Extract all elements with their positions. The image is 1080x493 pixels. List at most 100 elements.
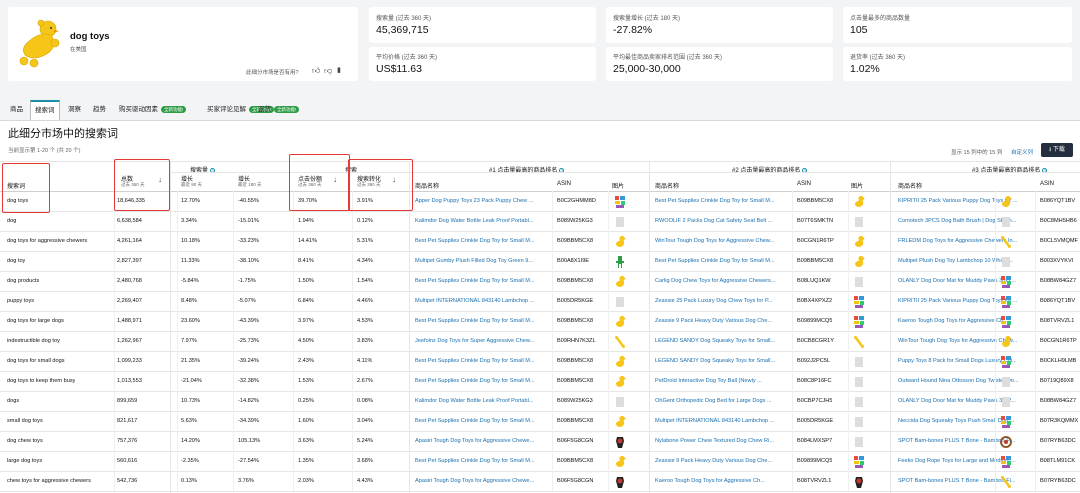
col-header-p3-name[interactable]: 商品名称 [898, 181, 922, 190]
col-header-p3-asin[interactable]: ASIN [1040, 181, 1054, 187]
product-thumbnail-image[interactable] [1000, 415, 1012, 431]
product-thumbnail-image[interactable] [1000, 335, 1012, 351]
product-3-name-link[interactable]: Multipet Plush Dog Toy Lambchop 10 White… [898, 258, 1033, 265]
product-thumbnail-image[interactable] [614, 395, 626, 411]
tab-trends[interactable]: 趋势 [93, 100, 106, 120]
product-thumbnail-image[interactable] [853, 415, 865, 431]
product-2-name-link[interactable]: Carlig Dog Chew Toys for Aggressive Chew… [655, 278, 790, 285]
product-2-name-link[interactable]: LEGEND SANDY Dog Squeaky Toys for Small.… [655, 358, 790, 365]
product-1-name-link[interactable]: Best Pet Supplies Crinkle Dog Toy for Sm… [415, 278, 550, 285]
tab-products[interactable]: 商品 [10, 100, 23, 120]
product-thumbnail-image[interactable] [1000, 475, 1012, 491]
product-2-name-link[interactable]: LEGEND SANDY Dog Squeaky Toys for Small.… [655, 338, 790, 345]
product-2-name-link[interactable]: RWOOLIF 2 Packs Dog Cat Safety Seat Belt… [655, 218, 790, 225]
tab-insights[interactable]: 洞察 [68, 100, 81, 120]
tab-returns[interactable]: 退货 全新功能! [258, 100, 300, 120]
product-thumbnail-image[interactable] [853, 355, 865, 371]
product-3-name-link[interactable]: FRLEDM Dog Toys for Aggressive Chewers I… [898, 238, 1033, 245]
product-thumbnail-image[interactable] [614, 475, 626, 491]
product-3-name-link[interactable]: KIPRITII 25 Pack Various Puppy Dog Toys … [898, 298, 1033, 305]
product-thumbnail-image[interactable] [614, 215, 626, 231]
product-thumbnail-image[interactable] [1000, 235, 1012, 251]
product-thumbnail-image[interactable] [1000, 355, 1012, 371]
product-1-name-link[interactable]: Multipet Gumby Plush Filled Dog Toy Gree… [415, 258, 550, 265]
product-thumbnail-image[interactable] [1000, 435, 1012, 451]
product-thumbnail-image[interactable] [853, 215, 865, 231]
customize-columns-link[interactable]: 自定义列 [1011, 148, 1033, 156]
product-thumbnail-image[interactable] [853, 195, 865, 211]
col-header-p1-name[interactable]: 商品名称 [415, 181, 439, 190]
product-thumbnail-image[interactable] [614, 375, 626, 391]
product-2-name-link[interactable]: PetDroid Interactive Dog Toy Ball (Newly… [655, 378, 790, 385]
product-thumbnail-image[interactable] [853, 335, 865, 351]
product-thumbnail-image[interactable] [1000, 295, 1012, 311]
product-thumbnail-image[interactable] [614, 435, 626, 451]
col-header-p2-asin[interactable]: ASIN [797, 181, 811, 187]
product-1-name-link[interactable]: Kalimdor Dog Water Bottle Leak Proof Por… [415, 398, 550, 405]
col-header-p1-asin[interactable]: ASIN [557, 181, 571, 187]
product-thumbnail-image[interactable] [1000, 195, 1012, 211]
product-thumbnail-image[interactable] [1000, 375, 1012, 391]
thumbs-down-icon[interactable]: 👎︎ [324, 66, 332, 76]
tab-purchase-drivers[interactable]: 购买驱动因素 全新功能! [119, 100, 187, 120]
product-thumbnail-image[interactable] [853, 255, 865, 271]
product-1-name-link[interactable]: Best Pet Supplies Crinkle Dog Toy for Sm… [415, 458, 550, 465]
product-thumbnail-image[interactable] [614, 355, 626, 371]
product-thumbnail-image[interactable] [1000, 315, 1012, 331]
product-thumbnail-image[interactable] [1000, 215, 1012, 231]
product-thumbnail-image[interactable] [1000, 455, 1012, 471]
product-1-name-link[interactable]: Kalimdor Dog Water Bottle Leak Proof Por… [415, 218, 550, 225]
product-2-name-link[interactable]: Best Pet Supplies Crinkle Dog Toy for Sm… [655, 198, 790, 205]
product-thumbnail-image[interactable] [1000, 255, 1012, 271]
product-2-name-link[interactable]: Zeaxsie 25 Pack Luxury Dog Chew Toys for… [655, 298, 790, 305]
product-1-name-link[interactable]: Apper Dog Puppy Toys 23 Pack Puppy Chew … [415, 198, 550, 205]
product-thumbnail-image[interactable] [853, 375, 865, 391]
product-1-name-link[interactable]: Best Pet Supplies Crinkle Dog Toy for Sm… [415, 238, 550, 245]
product-3-name-link[interactable]: KIPRITII 25 Pack Various Puppy Dog Toys … [898, 198, 1033, 205]
product-1-name-link[interactable]: Best Pet Supplies Crinkle Dog Toy for Sm… [415, 378, 550, 385]
product-thumbnail-image[interactable] [614, 255, 626, 271]
product-3-name-link[interactable]: Puppy Toys 8 Pack for Small Dogs Luxury … [898, 358, 1033, 365]
comment-icon[interactable]: ▮ [337, 66, 341, 74]
product-3-name-link[interactable]: OLANLY Dog Door Mat for Muddy Paws 30x2.… [898, 278, 1033, 285]
product-3-name-link[interactable]: WinTour Tough Dog Toys for Aggressive Ch… [898, 338, 1033, 345]
product-1-name-link[interactable]: Multipet INTERNATIONAL 843140 Lambchop .… [415, 298, 550, 305]
product-2-name-link[interactable]: Zeaxsie 9 Pack Heavy Duty Various Dog Ch… [655, 318, 790, 325]
product-1-name-link[interactable]: Apasiri Tough Dog Toys for Aggressive Ch… [415, 438, 550, 445]
col-header-p2-name[interactable]: 商品名称 [655, 181, 679, 190]
tab-search-terms[interactable]: 搜索词 [30, 100, 60, 120]
product-thumbnail-image[interactable] [614, 335, 626, 351]
download-button[interactable]: ⭳ 下载 [1041, 143, 1073, 157]
product-thumbnail-image[interactable] [853, 475, 865, 491]
product-1-name-link[interactable]: Jeefoinz Dog Toys for Super Aggressive C… [415, 338, 550, 345]
product-3-name-link[interactable]: SPOT Bam-bones PLUS T Bone - Bamboo Fi..… [898, 478, 1033, 485]
product-thumbnail-image[interactable] [853, 235, 865, 251]
product-thumbnail-image[interactable] [614, 295, 626, 311]
thumbs-up-icon[interactable]: 👍︎ [312, 66, 320, 76]
product-2-name-link[interactable]: WinTour Tough Dog Toys for Aggressive Ch… [655, 238, 790, 245]
product-thumbnail-image[interactable] [853, 315, 865, 331]
product-2-name-link[interactable]: Nylabone Power Chew Textured Dog Chew Ri… [655, 438, 790, 445]
product-3-name-link[interactable]: Comotech 3PCS Dog Bath Brush | Dog Sham.… [898, 218, 1033, 225]
product-1-name-link[interactable]: Best Pet Supplies Crinkle Dog Toy for Sm… [415, 358, 550, 365]
product-2-name-link[interactable]: Multipet INTERNATIONAL 843140 Lambchop .… [655, 418, 790, 425]
product-thumbnail-image[interactable] [614, 315, 626, 331]
product-3-name-link[interactable]: OLANLY Dog Door Mat for Muddy Paws 30x2.… [898, 398, 1033, 405]
product-thumbnail-image[interactable] [1000, 275, 1012, 291]
product-1-name-link[interactable]: Apasiri Tough Dog Toys for Aggressive Ch… [415, 478, 550, 485]
product-3-name-link[interactable]: Outward Hound Nina Ottosson Dog Twister … [898, 378, 1033, 385]
product-2-name-link[interactable]: Best Pet Supplies Crinkle Dog Toy for Sm… [655, 258, 790, 265]
product-3-name-link[interactable]: Neccida Dog Squeaky Toys Push Small Dog … [898, 418, 1033, 425]
product-2-name-link[interactable]: Kaeroo Tough Dog Toys for Aggressive Ch.… [655, 478, 790, 485]
product-thumbnail-image[interactable] [853, 395, 865, 411]
product-2-name-link[interactable]: Zeaxsie 9 Pack Heavy Duty Various Dog Ch… [655, 458, 790, 465]
product-thumbnail-image[interactable] [614, 195, 626, 211]
product-thumbnail-image[interactable] [614, 275, 626, 291]
product-thumbnail-image[interactable] [853, 275, 865, 291]
product-3-name-link[interactable]: Feeko Dog Rope Toys for Large and Medium… [898, 458, 1033, 465]
product-3-name-link[interactable]: Kaeroo Tough Dog Toys for Aggressive Ch.… [898, 318, 1033, 325]
product-thumbnail-image[interactable] [853, 435, 865, 451]
product-3-name-link[interactable]: SPOT Bam-bones PLUS T Bone - Bamboo Fi..… [898, 438, 1033, 445]
product-thumbnail-image[interactable] [1000, 395, 1012, 411]
product-thumbnail-image[interactable] [614, 455, 626, 471]
